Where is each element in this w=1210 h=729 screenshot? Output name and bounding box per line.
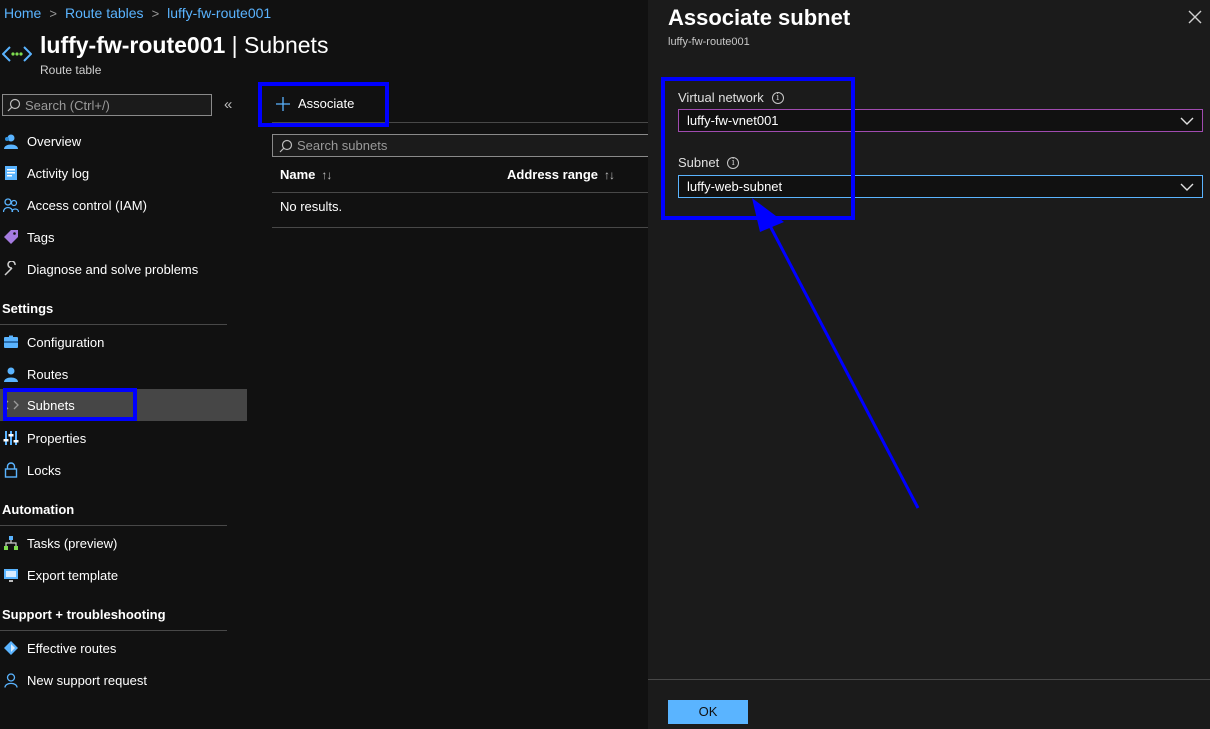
tag-icon: [2, 228, 20, 246]
sidebar-item-label: Properties: [27, 430, 87, 446]
chevron-down-icon: [1180, 117, 1194, 125]
associate-label: Associate: [298, 96, 355, 111]
sidebar-item-label: Subnets: [27, 397, 75, 413]
blade-title: Associate subnet: [668, 5, 851, 30]
field-label-text: Virtual network: [678, 90, 764, 105]
divider: [0, 630, 227, 631]
chevron-down-icon: [1180, 183, 1194, 191]
subnet-search[interactable]: [272, 134, 648, 157]
column-header-label: Name: [280, 167, 316, 182]
sort-icon: ↑↓: [321, 167, 332, 182]
sidebar-item-activity-log[interactable]: Activity log: [0, 157, 247, 189]
overview-icon: [2, 132, 20, 150]
effective-routes-icon: [2, 639, 20, 657]
breadcrumb-separator: >: [49, 5, 57, 21]
sidebar-item-label: Locks: [27, 462, 61, 478]
sidebar-item-diagnose[interactable]: Diagnose and solve problems: [0, 253, 247, 285]
divider: [0, 324, 227, 325]
subnet-dropdown[interactable]: luffy-web-subnet: [678, 175, 1203, 198]
collapse-sidebar-button[interactable]: «: [224, 96, 232, 113]
section-settings: Settings: [2, 301, 54, 316]
empty-state-text: No results.: [280, 199, 343, 214]
sidebar-item-label: Activity log: [27, 165, 90, 181]
divider: [0, 525, 227, 526]
column-header-label: Address range: [507, 167, 599, 182]
page-name: | Subnets: [225, 32, 329, 58]
resource-name: luffy-fw-route001: [40, 32, 226, 58]
sidebar-item-label: Tasks (preview): [27, 535, 118, 551]
sidebar-item-new-support-request[interactable]: New support request: [0, 664, 247, 696]
section-automation: Automation: [2, 502, 75, 517]
subnet-search-input[interactable]: [297, 138, 627, 153]
sidebar-search-input[interactable]: [25, 97, 205, 113]
virtual-network-value: luffy-fw-vnet001: [687, 113, 779, 128]
export-template-icon: [2, 566, 20, 584]
ok-button[interactable]: OK: [668, 700, 748, 724]
virtual-network-label: Virtual network i: [678, 90, 784, 105]
lock-icon: [2, 461, 20, 479]
sidebar-item-label: Tags: [27, 229, 55, 245]
wrench-icon: [2, 260, 20, 278]
column-header-address-range[interactable]: Address range ↑↓: [507, 167, 615, 182]
sidebar-item-configuration[interactable]: Configuration: [0, 326, 247, 358]
sidebar-item-export-template[interactable]: Export template: [0, 559, 247, 591]
blade-subtitle: luffy-fw-route001: [668, 36, 750, 48]
breadcrumb: Home > Route tables > luffy-fw-route001: [4, 5, 271, 21]
breadcrumb-route-tables[interactable]: Route tables: [65, 5, 144, 21]
sidebar-item-tasks[interactable]: Tasks (preview): [0, 527, 247, 559]
resource-type: Route table: [40, 63, 102, 77]
virtual-network-dropdown[interactable]: luffy-fw-vnet001: [678, 109, 1203, 132]
configuration-icon: [2, 333, 20, 351]
sidebar-item-label: Diagnose and solve problems: [27, 261, 199, 277]
sidebar-item-label: Export template: [27, 567, 119, 583]
sidebar-item-iam[interactable]: Access control (IAM): [0, 189, 247, 221]
info-icon[interactable]: i: [771, 91, 784, 104]
breadcrumb-home[interactable]: Home: [4, 5, 41, 21]
sidebar-item-tags[interactable]: Tags: [0, 221, 247, 253]
routes-icon: [2, 365, 20, 383]
section-support: Support + troubleshooting: [2, 607, 166, 622]
close-icon[interactable]: [1186, 8, 1204, 26]
search-icon: [279, 139, 293, 152]
sidebar-item-subnets[interactable]: Subnets: [0, 389, 247, 421]
sidebar-item-properties[interactable]: Properties: [0, 422, 247, 454]
sidebar-item-label: Effective routes: [27, 640, 117, 656]
activity-log-icon: [2, 164, 20, 182]
support-person-icon: [2, 671, 20, 689]
divider: [648, 679, 1210, 680]
field-label-text: Subnet: [678, 155, 720, 170]
sidebar-item-label: Routes: [27, 366, 69, 382]
divider: [272, 192, 648, 193]
subnet-icon: [2, 396, 20, 414]
route-table-icon: [2, 46, 32, 62]
breadcrumb-separator: >: [151, 5, 160, 21]
associate-button[interactable]: Associate: [276, 96, 354, 111]
info-icon[interactable]: i: [727, 156, 740, 169]
sidebar-item-label: Overview: [27, 133, 82, 149]
search-icon: [7, 98, 21, 112]
divider: [272, 227, 648, 228]
breadcrumb-current[interactable]: luffy-fw-route001: [167, 5, 271, 21]
sidebar-search[interactable]: [2, 94, 212, 116]
tasks-icon: [2, 534, 20, 552]
sidebar-item-routes[interactable]: Routes: [0, 358, 247, 390]
plus-icon: [276, 96, 290, 111]
sidebar-item-overview[interactable]: Overview: [0, 125, 247, 157]
sidebar-item-effective-routes[interactable]: Effective routes: [0, 632, 247, 664]
sort-icon: ↑↓: [604, 167, 615, 182]
people-icon: [2, 196, 20, 214]
subnet-label: Subnet i: [678, 155, 740, 170]
subnet-value: luffy-web-subnet: [687, 179, 783, 194]
divider: [272, 122, 648, 123]
sidebar-item-locks[interactable]: Locks: [0, 454, 247, 486]
sidebar-item-label: New support request: [27, 672, 147, 688]
column-header-name[interactable]: Name ↑↓: [280, 167, 332, 182]
properties-icon: [2, 429, 20, 447]
sidebar-item-label: Access control (IAM): [27, 197, 147, 213]
sidebar-item-label: Configuration: [27, 334, 105, 350]
page-title: luffy-fw-route001 | Subnets: [40, 32, 328, 59]
